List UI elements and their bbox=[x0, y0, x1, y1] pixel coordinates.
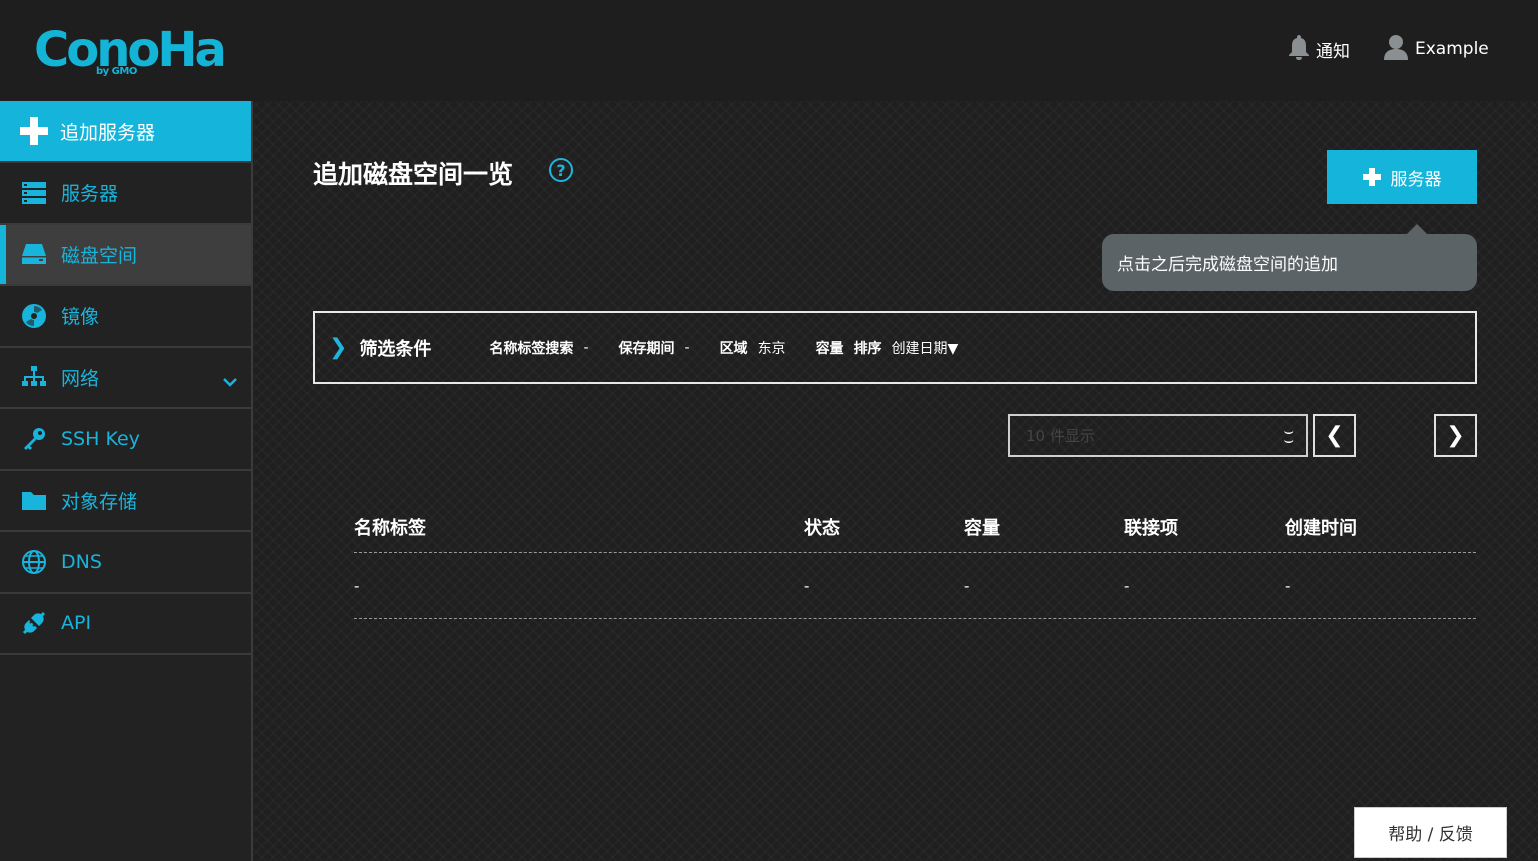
notification-label: 通知 bbox=[1316, 41, 1350, 62]
add-server-nav-label: 追加服务器 bbox=[60, 121, 156, 144]
col-header-status[interactable]: 状态 bbox=[804, 514, 964, 540]
conoha-logo[interactable]: ConoHa by GMO bbox=[34, 20, 227, 80]
plus-icon bbox=[1362, 168, 1381, 186]
key-icon bbox=[20, 425, 48, 453]
sidebar: 追加服务器 服务器 磁盘空间 镜像 网络 SSH Key 对象存储 DNS AP… bbox=[0, 101, 253, 861]
table-row[interactable]: - - - - - bbox=[354, 553, 1476, 619]
help-feedback-button[interactable]: 帮助 / 反馈 bbox=[1354, 807, 1507, 858]
sidebar-item-label: DNS bbox=[61, 550, 102, 573]
add-server-button[interactable]: 服务器 bbox=[1327, 150, 1477, 204]
image-icon bbox=[20, 302, 48, 330]
col-header-connection[interactable]: 联接项 bbox=[1124, 514, 1285, 540]
sidebar-item-network[interactable]: 网络 bbox=[0, 348, 251, 409]
main-content: 追加磁盘空间一览 ? 服务器 点击之后完成磁盘空间的追加 ❯ 筛选条件 名称标签… bbox=[253, 101, 1538, 861]
table-header: 名称标签 状态 容量 联接项 创建时间 bbox=[354, 501, 1476, 553]
sidebar-item-label: 磁盘空间 bbox=[61, 244, 138, 267]
top-header: ConoHa by GMO 通知 Example bbox=[0, 0, 1538, 101]
sidebar-item-label: 服务器 bbox=[61, 183, 119, 206]
disk-icon bbox=[20, 240, 48, 268]
double-chevron-down-icon: ⌣ ⌣ bbox=[1283, 421, 1294, 449]
plus-icon bbox=[20, 117, 48, 145]
add-server-nav-button[interactable]: 追加服务器 bbox=[0, 101, 251, 163]
cell-connection: - bbox=[1124, 576, 1130, 595]
filter-title[interactable]: 筛选条件 bbox=[359, 335, 431, 361]
col-header-created[interactable]: 创建时间 bbox=[1285, 514, 1476, 540]
chevron-right-icon[interactable]: ❯ bbox=[329, 335, 347, 360]
network-icon bbox=[20, 363, 48, 391]
sidebar-item-dns[interactable]: DNS bbox=[0, 532, 251, 594]
chevron-down-icon bbox=[223, 370, 237, 392]
sidebar-item-label: API bbox=[61, 612, 92, 635]
filter-name-search-label: 名称标签搜索 bbox=[489, 340, 574, 357]
filter-panel[interactable]: ❯ 筛选条件 名称标签搜索 - 保存期间 - 区域 东京 容量 排序 创建日期▼ bbox=[313, 311, 1477, 384]
filter-retention-value: - bbox=[684, 339, 690, 356]
filter-sort-value[interactable]: 创建日期▼ bbox=[892, 338, 959, 358]
api-icon bbox=[20, 609, 48, 637]
help-circle-icon[interactable]: ? bbox=[549, 158, 573, 182]
filter-retention-label: 保存期间 bbox=[618, 340, 675, 357]
filter-name-search-value: - bbox=[583, 339, 589, 356]
filter-region-value: 东京 bbox=[757, 340, 786, 357]
sidebar-item-api[interactable]: API bbox=[0, 594, 251, 655]
page-title: 追加磁盘空间一览 bbox=[313, 160, 514, 189]
add-server-button-label: 服务器 bbox=[1390, 169, 1442, 190]
sidebar-item-disk[interactable]: 磁盘空间 bbox=[0, 224, 251, 286]
filter-capacity-label: 容量 bbox=[815, 340, 844, 357]
folder-icon bbox=[20, 486, 48, 514]
add-disk-tooltip: 点击之后完成磁盘空间的追加 bbox=[1102, 224, 1477, 291]
sidebar-item-label: 网络 bbox=[61, 367, 100, 390]
logo-subtext: by GMO bbox=[96, 66, 137, 77]
disk-table: 名称标签 状态 容量 联接项 创建时间 - - - - - bbox=[354, 501, 1476, 619]
cell-status: - bbox=[804, 576, 810, 595]
next-page-button[interactable]: ❯ bbox=[1434, 414, 1477, 457]
sidebar-item-object-storage[interactable]: 对象存储 bbox=[0, 471, 251, 532]
sidebar-item-label: SSH Key bbox=[61, 427, 140, 450]
filter-sort-label: 排序 bbox=[853, 340, 882, 357]
bell-icon bbox=[1288, 34, 1316, 65]
filter-region-label: 区域 bbox=[719, 340, 748, 357]
sidebar-item-server[interactable]: 服务器 bbox=[0, 163, 251, 225]
user-menu[interactable]: Example bbox=[1383, 34, 1489, 64]
page-size-select[interactable]: 10 件显示 ⌣ ⌣ bbox=[1008, 414, 1308, 457]
prev-page-button[interactable]: ❮ bbox=[1313, 414, 1356, 457]
user-name: Example bbox=[1415, 39, 1489, 59]
cell-capacity: - bbox=[964, 576, 970, 595]
sidebar-item-image[interactable]: 镜像 bbox=[0, 286, 251, 348]
user-icon bbox=[1383, 34, 1415, 65]
server-icon bbox=[20, 179, 48, 207]
sidebar-item-ssh-key[interactable]: SSH Key bbox=[0, 409, 251, 471]
globe-icon bbox=[20, 548, 48, 576]
cell-name: - bbox=[354, 576, 360, 595]
notification-button[interactable]: 通知 bbox=[1288, 34, 1350, 64]
sidebar-item-label: 对象存储 bbox=[61, 490, 138, 513]
sidebar-item-label: 镜像 bbox=[61, 306, 100, 329]
col-header-name[interactable]: 名称标签 bbox=[354, 514, 804, 540]
page-size-value: 10 件显示 bbox=[1026, 427, 1095, 445]
col-header-capacity[interactable]: 容量 bbox=[964, 514, 1124, 540]
cell-created: - bbox=[1285, 576, 1291, 595]
